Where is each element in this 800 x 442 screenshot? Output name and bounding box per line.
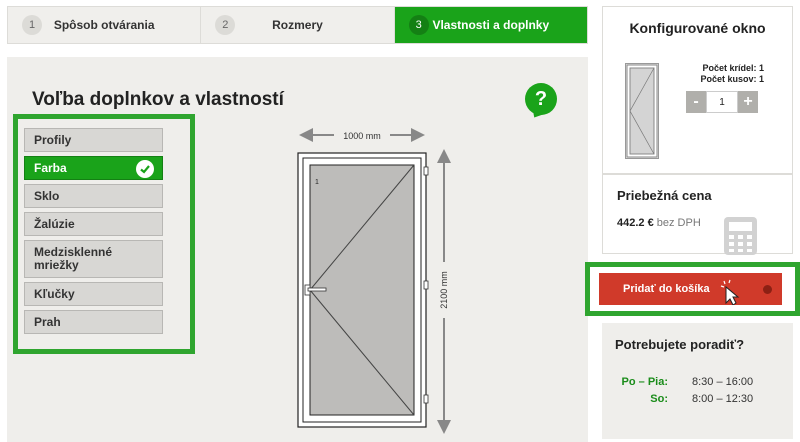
hinge <box>423 280 429 290</box>
opening-hours: Po – Pia: 8:30 – 16:00 So: 8:00 – 12:30 <box>602 373 793 407</box>
add-to-cart-label: Pridať do košíka <box>623 283 710 295</box>
price-box: Priebežná cena 442.2 € bez DPH <box>602 174 793 255</box>
steps-bar: 1 Spôsob otvárania 2 Rozmery 3 Vlastnost… <box>7 6 588 44</box>
price-vat: bez DPH <box>656 217 701 229</box>
handle-lever <box>307 287 327 292</box>
qty-input[interactable]: 1 <box>706 91 738 113</box>
step-opening-type[interactable]: 1 Spôsob otvárania <box>8 7 202 43</box>
quantity-stepper: - 1 + <box>686 91 758 113</box>
add-to-cart-highlight: Pridať do košíka <box>585 262 800 316</box>
window-thumbnail <box>625 63 659 159</box>
hours-row: So: 8:00 – 12:30 <box>602 390 793 407</box>
config-title: Konfigurované okno <box>629 20 766 36</box>
sash-number: 1 <box>315 179 319 186</box>
height-label: 2100 mm <box>439 271 449 309</box>
pieces-count: Počet kusov: 1 <box>700 74 764 84</box>
hours-time: 8:30 – 16:00 <box>692 375 754 388</box>
arrow-circle-icon <box>763 285 772 294</box>
width-label: 1000 mm <box>343 131 381 141</box>
main-panel: Voľba doplnkov a vlastností ? Profily Fa… <box>7 57 588 442</box>
step-label: Vlastnosti a doplnky <box>432 18 550 32</box>
hours-day: Po – Pia: <box>621 375 668 388</box>
hinge <box>423 394 429 404</box>
qty-minus-button[interactable]: - <box>686 91 706 113</box>
calculator-icon <box>724 217 757 255</box>
step-properties[interactable]: 3 Vlastnosti a doplnky <box>394 7 587 43</box>
help-box: Potrebujete poradiť? Po – Pia: 8:30 – 16… <box>602 323 793 439</box>
hours-day: So: <box>650 392 668 405</box>
add-to-cart-button[interactable]: Pridať do košíka <box>599 273 782 305</box>
configured-window-box: Konfigurované okno Počet krídel: 1 Počet… <box>602 6 793 174</box>
hours-row: Po – Pia: 8:30 – 16:00 <box>602 373 793 390</box>
price-value: 442.2 € <box>617 217 654 229</box>
step-dimensions[interactable]: 2 Rozmery <box>201 7 395 43</box>
step-label: Rozmery <box>272 18 323 32</box>
price: 442.2 € bez DPH <box>617 217 701 229</box>
step-label: Spôsob otvárania <box>53 18 155 32</box>
window-drawing: 1000 mm 2100 mm 1 <box>297 127 452 434</box>
hinge <box>423 166 429 176</box>
hours-time: 8:00 – 12:30 <box>692 392 754 405</box>
qty-plus-button[interactable]: + <box>738 91 758 113</box>
window-specs: Počet krídel: 1 Počet kusov: 1 <box>700 63 764 85</box>
price-title: Priebežná cena <box>617 188 712 203</box>
help-title: Potrebujete poradiť? <box>615 337 745 352</box>
mouse-cursor-icon <box>720 279 740 305</box>
wings-count: Počet krídel: 1 <box>702 63 764 73</box>
